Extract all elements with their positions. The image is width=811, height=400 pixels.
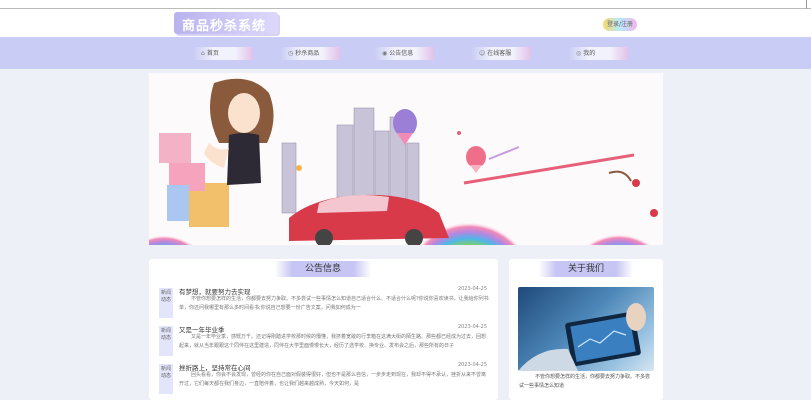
news-tag: 新闻动态 — [159, 364, 173, 394]
nav-item-home[interactable]: ⌂ 首页 — [193, 47, 253, 60]
browser-top-strip — [0, 0, 811, 9]
notice-panel: 公告信息 新闻动态 有梦想，就要努力去实现 2023-04-25 不管你想要怎样… — [149, 259, 498, 400]
about-panel: 关于我们 不管你想要怎样的生活，你都要去努力争取。不多尝试一些事情怎么知道 — [509, 259, 663, 400]
megaphone-icon: ◉ — [382, 50, 388, 57]
notice-summary: 回头看看，你会不会发现，曾经的你在自己面对假装得很好，但也不是那么自信，一步步走… — [179, 372, 487, 387]
notice-date: 2023-04-25 — [457, 324, 487, 330]
site-logo[interactable]: 商品秒杀系统 — [174, 12, 278, 34]
list-item[interactable]: 新闻动态 挫折路上，坚持常在心间 2023-04-25 回头看看，你会不会发现，… — [159, 362, 489, 396]
notice-date: 2023-04-25 — [457, 362, 487, 368]
nav-item-label: 秒杀商品 — [295, 50, 320, 57]
login-register-button[interactable]: 登录/注册 — [603, 18, 637, 31]
news-tag: 新闻动态 — [159, 288, 173, 318]
list-item[interactable]: 新闻动态 有梦想，就要努力去实现 2023-04-25 不管你想要怎样的生活，你… — [159, 286, 489, 320]
nav-item-support[interactable]: ☺ 在线客服 — [471, 47, 531, 60]
about-text: 不管你想要怎样的生活，你都要去努力争取。不多尝试一些事情怎么知道 — [519, 374, 651, 389]
nav-item-label: 首页 — [206, 50, 219, 57]
nav-item-notices[interactable]: ◉ 公告信息 — [374, 47, 434, 60]
promo-banner[interactable] — [149, 73, 663, 245]
nav-item-mine[interactable]: ◎ 我的 — [568, 47, 628, 60]
main-nav: ⌂ 首页 ◷ 秒杀商品 ◉ 公告信息 ☺ 在线客服 ◎ 我的 — [0, 37, 811, 69]
notice-panel-title: 公告信息 — [275, 261, 371, 277]
about-panel-title: 关于我们 — [539, 261, 633, 277]
tablet-illustration — [518, 303, 646, 371]
notice-date: 2023-04-25 — [457, 286, 487, 292]
nav-item-flash-sale[interactable]: ◷ 秒杀商品 — [280, 47, 340, 60]
list-item[interactable]: 新闻动态 又是一年毕业季 2023-04-25 又是一年毕业季，感慨万千。还记得… — [159, 324, 489, 358]
header: 商品秒杀系统 登录/注册 — [0, 9, 811, 37]
nav-item-label: 我的 — [583, 50, 596, 57]
about-image — [518, 287, 654, 371]
user-icon: ◎ — [576, 50, 582, 57]
nav-item-label: 在线客服 — [487, 50, 512, 57]
clock-icon: ◷ — [288, 50, 294, 57]
news-tag: 新闻动态 — [159, 326, 173, 356]
banner-illustration — [149, 73, 663, 245]
nav-item-label: 公告信息 — [389, 50, 414, 57]
notice-summary: 又是一年毕业季，感慨万千。还记得刚踏进学校那时候的懵懂，我挤着宽敞的行李箱在这满… — [179, 334, 487, 349]
notice-summary: 不管你想要怎样的生活，你都要去努力争取。不多尝试一些事情怎么知道自己适合什么、不… — [179, 296, 489, 311]
support-icon: ☺ — [479, 50, 486, 57]
home-icon: ⌂ — [201, 50, 205, 57]
